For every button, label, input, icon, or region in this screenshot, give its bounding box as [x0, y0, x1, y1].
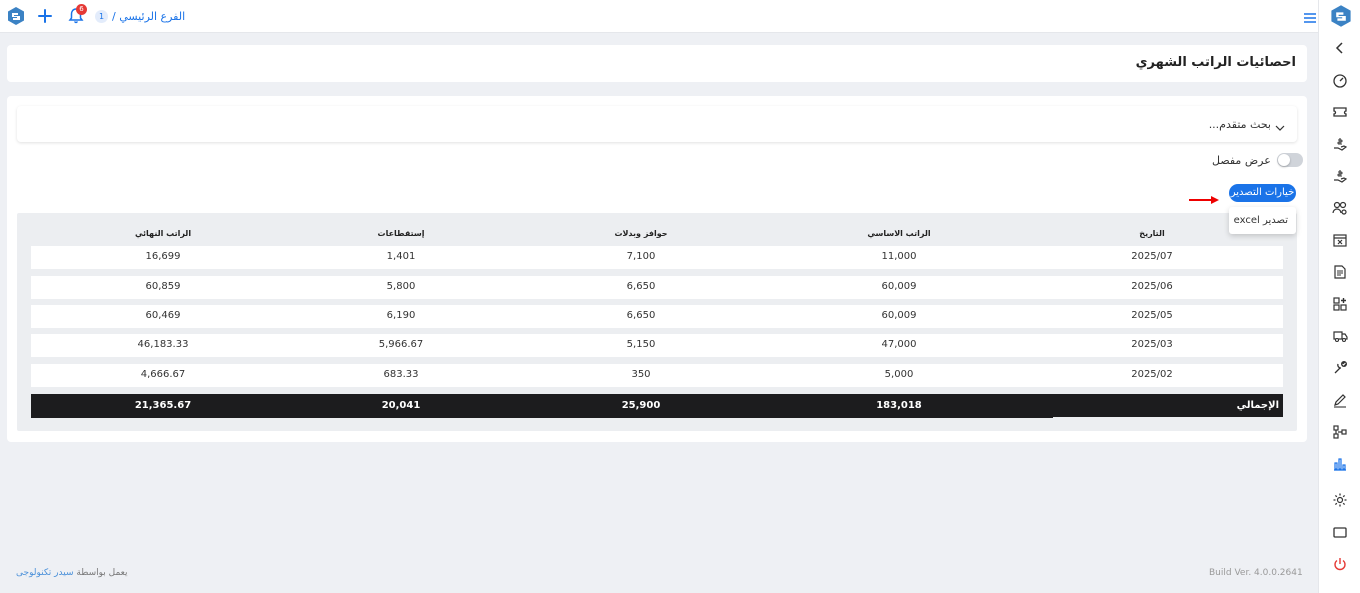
toggle-knob: [1277, 154, 1290, 166]
detailed-view-toggle-group: عرض مفصل: [1212, 152, 1303, 168]
table-row: 2025/02 5,000 350 683.33 4,666.67: [31, 364, 1283, 387]
header-basic-salary: الراتب الاساسي: [867, 229, 931, 238]
tool-check-icon[interactable]: [1331, 359, 1349, 377]
cell-final-salary: 60,859: [145, 281, 181, 292]
hand-coin-icon[interactable]: [1331, 167, 1349, 185]
document-icon[interactable]: [1331, 263, 1349, 281]
powered-by: يعمل بواسطة سيدر تكنولوجى: [16, 568, 128, 578]
export-menu: تصدير excel: [1229, 207, 1296, 234]
header-allowances: حوافز وبدلات: [614, 229, 668, 238]
total-final-salary: 21,365.67: [134, 400, 192, 411]
cell-deductions: 5,800: [386, 281, 416, 292]
powered-by-text: يعمل بواسطة: [76, 568, 128, 578]
table-row: 2025/07 11,000 7,100 1,401 16,699: [31, 246, 1283, 269]
table-row: 2025/05 60,009 6,650 6,190 60,469: [31, 305, 1283, 328]
brand-link[interactable]: سيدر تكنولوجى: [16, 568, 74, 578]
cell-allowances: 5,150: [626, 339, 656, 350]
table-header: التاريخ الراتب الاساسي حوافز وبدلات إستق…: [31, 229, 1282, 243]
page-title: احصائيات الراتب الشهري: [1135, 55, 1296, 70]
ticket-icon[interactable]: [1331, 103, 1349, 121]
detailed-view-toggle[interactable]: [1276, 153, 1303, 167]
chevron-down-icon: [1275, 118, 1285, 131]
branch-name: الفرع الرئيسي /: [112, 9, 186, 23]
calendar-x-icon[interactable]: [1331, 231, 1349, 249]
cell-date: 2025/05: [1131, 310, 1173, 321]
cell-date: 2025/07: [1131, 251, 1173, 262]
gear-icon[interactable]: [1331, 491, 1349, 509]
top-bar: 6 1 الفرع الرئيسي /: [0, 0, 1318, 33]
power-icon[interactable]: [1331, 555, 1349, 573]
table-row: 2025/06 60,009 6,650 5,800 60,859: [31, 276, 1283, 299]
cell-allowances: 6,650: [626, 281, 656, 292]
window-icon[interactable]: [1331, 523, 1349, 541]
cell-final-salary: 4,666.67: [140, 369, 186, 380]
pen-icon[interactable]: [1331, 391, 1349, 409]
cell-deductions: 5,966.67: [378, 339, 424, 350]
cell-basic-salary: 5,000: [884, 369, 914, 380]
title-card: احصائيات الراتب الشهري: [7, 45, 1307, 82]
cell-date: 2025/06: [1131, 281, 1173, 292]
notification-badge: 6: [76, 4, 87, 15]
cell-basic-salary: 11,000: [881, 251, 917, 262]
app-logo-icon[interactable]: [6, 6, 26, 26]
detailed-view-label: عرض مفصل: [1212, 153, 1271, 167]
cell-deductions: 683.33: [383, 369, 419, 380]
main-card: بحث متقدم... عرض مفصل خيارات التصدير تصد…: [7, 96, 1307, 442]
cell-deductions: 1,401: [386, 251, 416, 262]
truck-icon[interactable]: [1331, 327, 1349, 345]
chevron-left-icon[interactable]: [1331, 39, 1349, 57]
bar-chart-icon[interactable]: [1331, 455, 1349, 473]
total-basic-salary: 183,018: [876, 400, 922, 411]
cell-deductions: 6,190: [386, 310, 416, 321]
header-final-salary: الراتب النهائي: [134, 229, 192, 238]
export-excel-item[interactable]: تصدير excel: [1234, 215, 1288, 226]
cell-allowances: 350: [631, 369, 651, 380]
cell-final-salary: 60,469: [145, 310, 181, 321]
branch-number-badge: 1: [95, 9, 108, 23]
header-deductions: إستقطاعات: [377, 229, 425, 238]
sidebar-logo-icon[interactable]: [1329, 4, 1353, 28]
header-date: التاريخ: [1139, 229, 1165, 238]
cell-final-salary: 16,699: [145, 251, 181, 262]
add-icon[interactable]: [35, 6, 55, 26]
cell-final-salary: 46,183.33: [137, 339, 189, 350]
sidebar: [1318, 0, 1360, 593]
red-arrow-icon: [1189, 196, 1219, 204]
cell-allowances: 6,650: [626, 310, 656, 321]
cell-date: 2025/02: [1131, 369, 1173, 380]
cell-basic-salary: 47,000: [881, 339, 917, 350]
advanced-search-label: بحث متقدم...: [1208, 118, 1271, 131]
table-row: 2025/03 47,000 5,150 5,966.67 46,183.33: [31, 334, 1283, 357]
build-version: Build Ver. 4.0.0.2641: [1209, 568, 1303, 578]
total-label: الإجمالي: [1236, 400, 1279, 411]
hamburger-menu-icon[interactable]: [1303, 9, 1317, 23]
advanced-search-panel[interactable]: بحث متقدم...: [17, 106, 1297, 142]
total-row: الإجمالي 183,018 25,900 20,041 21,365.67: [31, 394, 1283, 418]
grid-plus-icon[interactable]: [1331, 295, 1349, 313]
cell-basic-salary: 60,009: [881, 281, 917, 292]
salary-stats-table: التاريخ الراتب الاساسي حوافز وبدلات إستق…: [17, 213, 1297, 431]
cell-date: 2025/03: [1131, 339, 1173, 350]
divider: [1053, 417, 1283, 418]
branch-selector[interactable]: 1 الفرع الرئيسي /: [95, 8, 185, 24]
users-gear-icon[interactable]: [1331, 199, 1349, 217]
org-chart-icon[interactable]: [1331, 423, 1349, 441]
export-options-button[interactable]: خيارات التصدير: [1229, 184, 1296, 202]
cell-allowances: 7,100: [626, 251, 656, 262]
cell-basic-salary: 60,009: [881, 310, 917, 321]
hand-money-icon[interactable]: [1331, 135, 1349, 153]
total-allowances: 25,900: [621, 400, 661, 411]
speedometer-icon[interactable]: [1331, 71, 1349, 89]
total-deductions: 20,041: [381, 400, 421, 411]
